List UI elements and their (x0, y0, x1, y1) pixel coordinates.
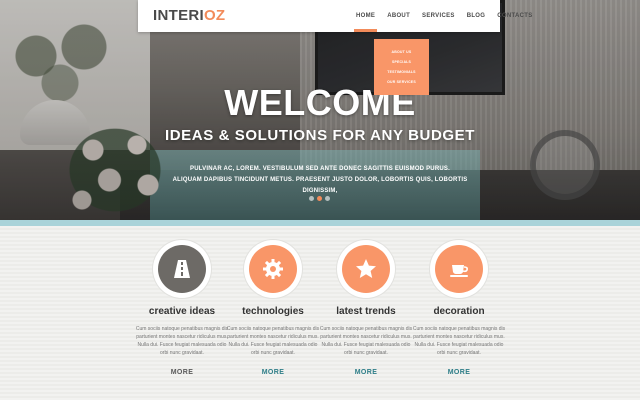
nav-item-blog[interactable]: BLOG (461, 0, 492, 32)
dropdown-item-our-services[interactable]: OUR SERVICES (374, 77, 429, 87)
slider-dot[interactable] (317, 196, 322, 201)
star-icon (342, 245, 390, 293)
site-header: INTERIOZ HOME ABOUT SERVICES BLOG CONTAC… (138, 0, 532, 32)
hero-banner: WELCOME IDEAS & SOLUTIONS FOR ANY BUDGET… (0, 0, 640, 220)
more-link[interactable]: MORE (355, 369, 378, 376)
about-dropdown-menu: ABOUT US SPECIALS TESTIMONIALS OUR SERVI… (374, 39, 429, 95)
nav-item-services[interactable]: SERVICES (416, 0, 461, 32)
hero-title: WELCOME (224, 82, 416, 123)
dropdown-item-testimonials[interactable]: TESTIMONIALS (374, 67, 429, 77)
feature-title: decoration (433, 306, 485, 317)
slider-pagination (309, 196, 330, 201)
nav-item-contacts[interactable]: CONTACTS (491, 0, 538, 32)
nav-item-about[interactable]: ABOUT (381, 0, 416, 32)
slider-dot[interactable] (325, 196, 330, 201)
feature-decoration: decoration Cum sociis natoque penatibus … (404, 240, 514, 379)
more-link[interactable]: MORE (262, 369, 285, 376)
hero-body-text: PULVINAR AC, LOREM. VESTIBULUM SED ANTE … (172, 166, 468, 194)
more-link[interactable]: MORE (448, 369, 471, 376)
logo[interactable]: INTERIOZ (153, 7, 225, 24)
nav-item-home[interactable]: HOME (350, 0, 381, 32)
feature-text: Cum sociis natoque penatibus magnis dis … (412, 326, 506, 356)
more-link[interactable]: MORE (171, 369, 194, 376)
road-icon (158, 245, 206, 293)
slider-dot[interactable] (309, 196, 314, 201)
dropdown-item-about-us[interactable]: ABOUT US (374, 47, 429, 57)
dropdown-item-specials[interactable]: SPECIALS (374, 57, 429, 67)
main-nav: HOME ABOUT SERVICES BLOG CONTACTS (350, 0, 539, 32)
hero-subtitle: IDEAS & SOLUTIONS FOR ANY BUDGET (164, 127, 476, 144)
gear-icon (249, 245, 297, 293)
coffee-cup-icon (435, 245, 483, 293)
